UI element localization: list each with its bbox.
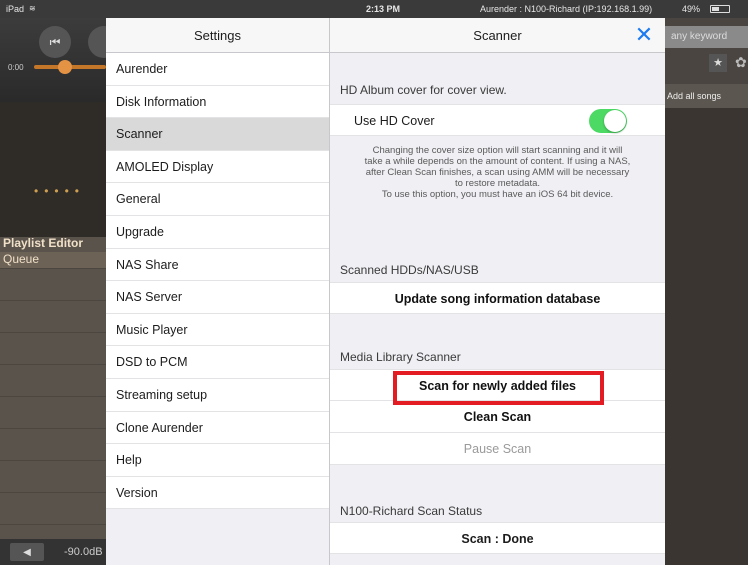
sidebar-item-disk-information[interactable]: Disk Information — [106, 85, 329, 119]
sidebar-item-nas-share[interactable]: NAS Share — [106, 248, 329, 282]
sidebar-item-streaming-setup[interactable]: Streaming setup — [106, 378, 329, 412]
device-name: iPad — [6, 4, 25, 14]
settings-title: Settings — [106, 18, 330, 53]
wifi-icon: ≋ — [29, 4, 36, 13]
scanner-title: Scanner — [473, 28, 522, 43]
settings-modal: Settings Scanner ✕ Aurender Disk Informat… — [106, 18, 665, 565]
status-bar: iPad ≋ 2:13 PM Aurender : N100-Richard (… — [0, 0, 748, 18]
page-dots: ••••• — [34, 184, 86, 198]
star-icon[interactable]: ★ — [709, 54, 727, 72]
update-database-button[interactable]: Update song information database — [330, 282, 665, 314]
status-section-header: N100-Richard Scan Status — [340, 504, 483, 518]
queue-tab[interactable]: Queue — [0, 252, 106, 268]
server-info: Aurender : N100-Richard (IP:192.168.1.99… — [480, 4, 653, 14]
settings-sidebar: Aurender Disk Information Scanner AMOLED Di… — [106, 53, 330, 565]
description-line: Changing the cover size option will star… — [372, 145, 623, 156]
battery-percent: 49% — [682, 4, 701, 14]
volume-level: -90.0dB — [64, 546, 103, 558]
player-controls: ⏮ 0:00 — [0, 18, 120, 102]
sidebar-item-upgrade[interactable]: Upgrade — [106, 215, 329, 249]
highlight-annotation — [393, 371, 604, 405]
hdd-section-header: Scanned HDDs/NAS/USB — [340, 263, 479, 277]
sidebar-item-help[interactable]: Help — [106, 444, 329, 477]
speaker-icon[interactable]: ◀ — [10, 543, 44, 561]
previous-track-icon[interactable]: ⏮ — [39, 26, 71, 58]
sidebar-item-aurender[interactable]: Aurender — [106, 53, 329, 86]
pause-scan-button[interactable]: Pause Scan — [330, 433, 665, 465]
hd-cover-description: Changing the cover size option will star… — [330, 145, 665, 200]
playback-time: 0:00 — [8, 63, 24, 72]
scanner-content: HD Album cover for cover view. Use HD Co… — [330, 53, 665, 565]
song-list — [665, 108, 748, 565]
media-section-header: Media Library Scanner — [340, 350, 461, 364]
description-line: after Clean Scan finishes, a scan using … — [365, 167, 630, 178]
scanner-navbar: Scanner ✕ — [330, 18, 665, 53]
hd-section-header: HD Album cover for cover view. — [340, 83, 507, 97]
volume-bar: ◀ -90.0dB — [0, 539, 106, 565]
background-left-panel: ⏮ 0:00 ••••• Playlist Editor Queue ◀ -90… — [0, 18, 120, 565]
sidebar-item-scanner[interactable]: Scanner — [106, 118, 329, 151]
sidebar-item-amoled-display[interactable]: AMOLED Display — [106, 150, 329, 184]
queue-list — [0, 237, 106, 565]
description-line: To use this option, you must have an iOS… — [381, 189, 614, 200]
sidebar-item-nas-server[interactable]: NAS Server — [106, 281, 329, 314]
description-line: take a while depends on the amount of co… — [364, 156, 631, 167]
add-all-songs-button[interactable]: Add all songs — [665, 84, 748, 108]
sidebar-item-clone-aurender[interactable]: Clone Aurender — [106, 411, 329, 445]
search-input[interactable]: any keyword — [665, 26, 748, 48]
sidebar-item-version[interactable]: Version — [106, 476, 329, 510]
sidebar-item-general[interactable]: General — [106, 183, 329, 216]
hd-cover-toggle[interactable] — [589, 109, 627, 133]
sidebar-item-dsd-to-pcm[interactable]: DSD to PCM — [106, 346, 329, 379]
battery-icon — [710, 5, 730, 13]
gear-icon[interactable]: ✿ — [735, 54, 747, 71]
close-icon[interactable]: ✕ — [633, 18, 655, 53]
hd-cover-label: Use HD Cover — [354, 114, 435, 128]
status-time: 2:13 PM — [366, 4, 401, 14]
hd-cover-row: Use HD Cover — [330, 104, 665, 136]
clean-scan-button[interactable]: Clean Scan — [330, 401, 665, 433]
album-art — [0, 102, 106, 237]
scan-status-value: Scan : Done — [330, 522, 665, 554]
sidebar-item-music-player[interactable]: Music Player — [106, 313, 329, 347]
progress-knob[interactable] — [58, 60, 72, 74]
description-line: to restore metadata. — [454, 178, 541, 189]
background-right-panel: any keyword ★ ✿ Add all songs — [665, 18, 748, 565]
playlist-editor-label[interactable]: Playlist Editor — [0, 236, 83, 250]
